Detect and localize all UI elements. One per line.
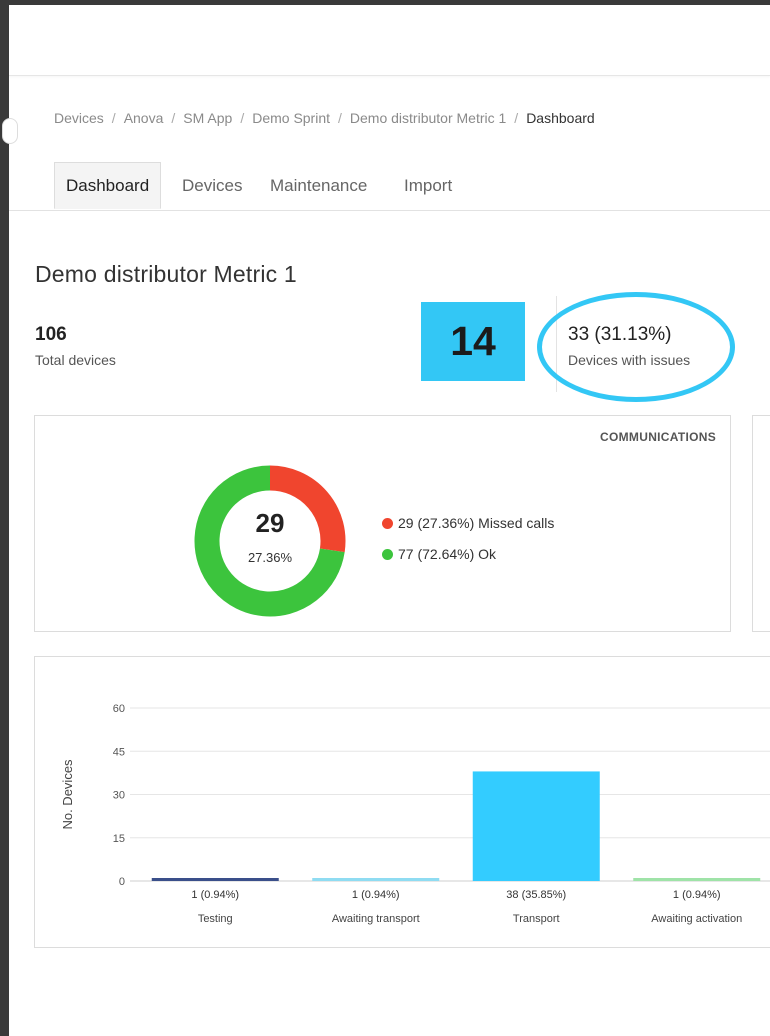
breadcrumb-item-anova[interactable]: Anova <box>124 110 164 126</box>
x-category-label: Transport <box>513 913 560 925</box>
breadcrumb-item-sm-app[interactable]: SM App <box>183 110 232 126</box>
bar-value-label: 1 (0.94%) <box>191 889 239 901</box>
bar-transport[interactable] <box>472 771 600 881</box>
bar-testing[interactable] <box>151 878 279 881</box>
window-frame-left <box>0 0 9 1036</box>
legend-item-missed-calls[interactable]: 29 (27.36%) Missed calls <box>382 514 554 545</box>
y-axis-label: No. Devices <box>60 759 75 830</box>
communications-donut: 29 27.36% <box>193 464 347 618</box>
tab-maintenance[interactable]: Maintenance <box>259 162 378 209</box>
breadcrumb-item-demo-distributor[interactable]: Demo distributor Metric 1 <box>350 110 506 126</box>
bar-value-label: 1 (0.94%) <box>673 889 721 901</box>
tab-devices[interactable]: Devices <box>171 162 253 209</box>
breadcrumb-current: Dashboard <box>526 110 595 126</box>
x-category-label: Testing <box>198 913 233 925</box>
x-category-label: Awaiting transport <box>332 913 420 925</box>
donut-center-percent: 27.36% <box>247 550 293 565</box>
total-devices-label: Total devices <box>35 352 116 368</box>
tab-bar: Dashboard Devices Maintenance Import <box>9 162 770 211</box>
y-tick-label: 30 <box>113 790 125 802</box>
status-bar-chart: 0 15 30 45 60 No. Devices 1 (0.94%) Testing 1 (0… <box>60 703 770 925</box>
bar-value-label: 1 (0.94%) <box>352 889 400 901</box>
breadcrumb-separator: / <box>171 110 176 126</box>
breadcrumb-separator: / <box>514 110 519 126</box>
communications-legend: 29 (27.36%) Missed calls 77 (72.64%) Ok <box>382 514 554 576</box>
breadcrumb: Devices / Anova / SM App / Demo Sprint / Demo di… <box>54 110 595 126</box>
y-tick-label: 60 <box>113 703 125 715</box>
donut-center-value: 29 <box>255 508 285 538</box>
breadcrumb-separator: / <box>111 110 116 126</box>
legend-dot-missed-calls <box>382 518 393 529</box>
legend-label-missed-calls: 29 (27.36%) Missed calls <box>398 515 555 531</box>
y-tick-label: 0 <box>119 876 125 888</box>
communications-card: COMMUNICATIONS 29 27.36% 29 (27.36%) Mis… <box>34 415 731 632</box>
tab-dashboard[interactable]: Dashboard <box>54 162 162 209</box>
bar-awaiting-transport[interactable] <box>312 878 440 881</box>
donut-chart <box>194 465 346 617</box>
x-category-label: Awaiting activation <box>651 913 742 925</box>
y-tick-label: 15 <box>113 833 125 845</box>
y-tick-label: 45 <box>113 746 125 758</box>
highlight-ring <box>537 292 735 402</box>
breadcrumb-separator: / <box>338 110 342 126</box>
communications-title: COMMUNICATIONS <box>600 430 716 444</box>
annotation-badge: 14 <box>421 302 525 381</box>
top-bar <box>9 5 770 76</box>
legend-item-ok[interactable]: 77 (72.64%) Ok <box>382 545 554 576</box>
breadcrumb-separator: / <box>240 110 245 126</box>
breadcrumb-item-demo-sprint[interactable]: Demo Sprint <box>252 110 330 126</box>
status-bar-chart-card: 0 15 30 45 60 No. Devices 1 (0.94%) Testing 1 (0… <box>34 656 770 948</box>
bar-value-label: 38 (35.85%) <box>506 889 566 901</box>
tab-import[interactable]: Import <box>393 162 463 209</box>
legend-label-ok: 77 (72.64%) Ok <box>398 546 497 562</box>
breadcrumb-item-devices[interactable]: Devices <box>54 110 104 126</box>
secondary-card-edge <box>752 415 770 632</box>
legend-dot-ok <box>382 549 393 560</box>
total-devices-value: 106 <box>35 324 67 345</box>
page-title: Demo distributor Metric 1 <box>35 261 297 288</box>
bar-awaiting-activation[interactable] <box>633 878 761 881</box>
sidebar-toggle-handle[interactable] <box>2 118 18 144</box>
